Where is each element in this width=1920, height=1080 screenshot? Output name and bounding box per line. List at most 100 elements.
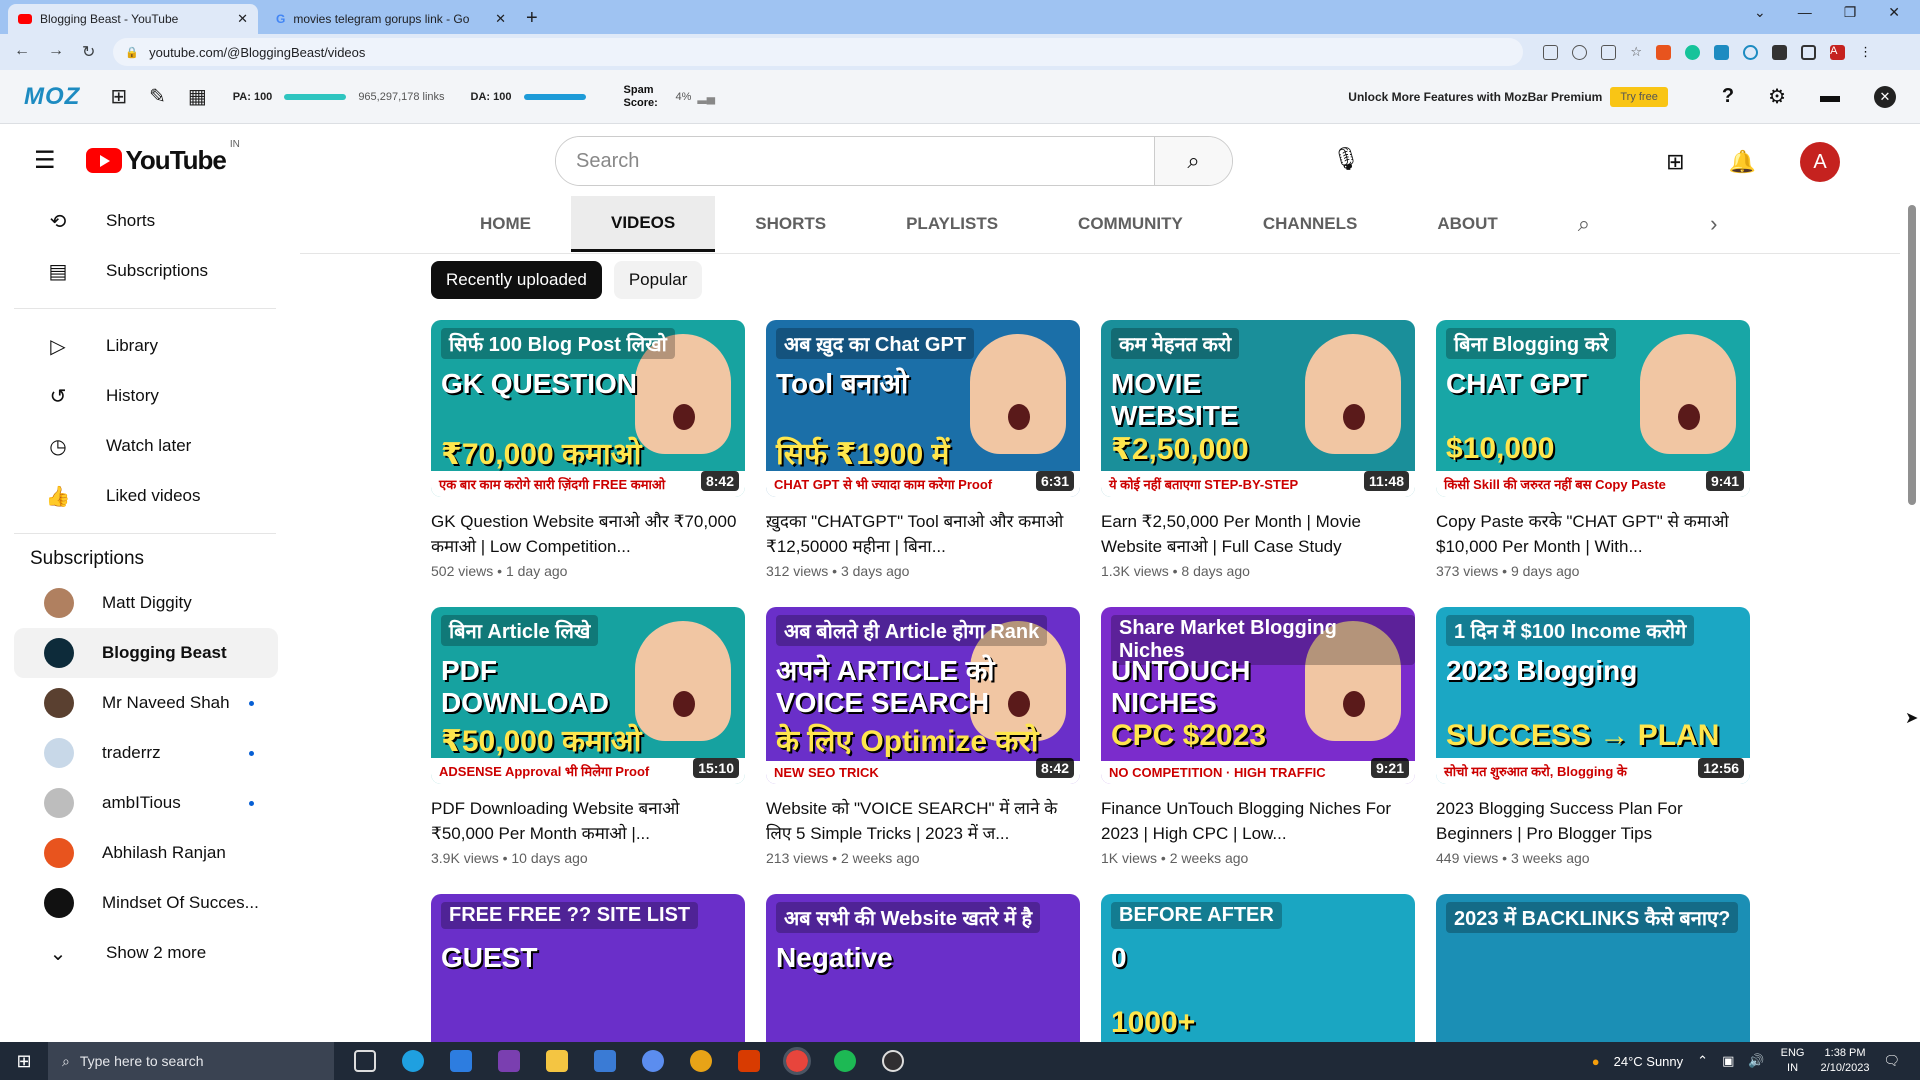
keyword-icon[interactable]: ▦ [188,84,207,109]
video-card[interactable]: Share Market Blogging Niches UNTOUCH NICH… [1101,607,1415,866]
windows-start-icon[interactable]: ⊞ [0,1051,48,1072]
video-thumbnail[interactable]: Share Market Blogging Niches UNTOUCH NICH… [1101,607,1415,784]
video-title[interactable]: 2023 Blogging Success Plan For Beginners… [1436,796,1750,846]
extension-moz-icon[interactable] [1714,44,1730,60]
chip-popular[interactable]: Popular [613,261,703,299]
edge-icon[interactable] [402,1050,424,1072]
weather-text[interactable]: 24°C Sunny [1614,1054,1684,1069]
chrome-icon[interactable] [690,1050,712,1072]
tab-videos[interactable]: VIDEOS [571,196,716,252]
video-card[interactable]: अब बोलते ही Article होगा Rank अपने ARTICL… [766,607,1080,866]
try-free-button[interactable]: Try free [1610,86,1668,107]
video-thumbnail[interactable]: बिना Blogging करे CHAT GPT $10,000 किसी Ski… [1436,320,1750,497]
tray-chevron-icon[interactable]: ⌃ [1697,1053,1708,1069]
system-clock[interactable]: 1:38 PM 2/10/2023 [1821,1046,1870,1076]
account-avatar[interactable]: A [1800,142,1840,182]
minimize-icon[interactable]: — [1798,4,1812,21]
back-icon[interactable]: ← [14,42,30,62]
tab-about[interactable]: ABOUT [1397,196,1537,252]
extension-grammarly-icon[interactable] [1685,44,1701,60]
obs-icon[interactable] [882,1050,904,1072]
language-indicator[interactable]: ENG IN [1779,1046,1807,1076]
extension-circle-icon[interactable] [1743,44,1759,60]
tab-home[interactable]: HOME [440,196,571,252]
taskbar-search[interactable]: ⌕ Type here to search [48,1042,334,1080]
reload-icon[interactable]: ↻ [82,42,95,62]
sidebar-item-subscriptions[interactable]: ▤ Subscriptions [14,246,278,296]
subscription-channel[interactable]: Mr Naveed Shah [14,678,278,728]
lock-icon[interactable]: 🔒 [125,46,139,59]
close-window-icon[interactable]: ✕ [1888,4,1900,21]
video-card[interactable]: बिना Blogging करे CHAT GPT $10,000 किसी Ski… [1436,320,1750,579]
share-icon[interactable] [1601,44,1617,60]
sidebar-item-history[interactable]: ↺ History [14,371,278,421]
extensions-puzzle-icon[interactable] [1772,44,1788,60]
video-title[interactable]: GK Question Website बनाओ और ₹70,000 कमाओ… [431,509,745,559]
side-panel-icon[interactable] [1801,44,1817,60]
page-analysis-icon[interactable]: ⊞ [110,84,127,109]
address-bar[interactable]: 🔒 youtube.com/@BloggingBeast/videos [113,38,1524,66]
restore-icon[interactable]: ❐ [1844,4,1857,21]
subscription-channel[interactable]: Abhilash Ranjan [14,828,278,878]
chip-recently-uploaded[interactable]: Recently uploaded [431,261,602,299]
video-title[interactable]: Copy Paste करके "CHAT GPT" से कमाओ $10,0… [1436,509,1750,559]
video-thumbnail[interactable]: सिर्फ 100 Blog Post लिखो GK QUESTION ₹70,0… [431,320,745,497]
video-title[interactable]: ख़ुदका "CHATGPT" Tool बनाओ और कमाओ ₹12,5… [766,509,1080,559]
collapse-bar-icon[interactable]: ▬ [1820,85,1840,108]
chrome-active-icon[interactable] [783,1047,811,1075]
volume-icon[interactable]: 🔊 [1748,1053,1764,1069]
video-card[interactable]: अब ख़ुद का Chat GPT Tool बनाओ सिर्फ ₹1900 … [766,320,1080,579]
video-card[interactable]: कम मेहनत करो MOVIE WEBSITE ₹2,50,000 ये कोई… [1101,320,1415,579]
video-card[interactable]: सिर्फ 100 Blog Post लिखो GK QUESTION ₹70,0… [431,320,745,579]
mail-icon[interactable] [450,1050,472,1072]
sidebar-item-watch-later[interactable]: ◷ Watch later [14,421,278,471]
file-explorer-icon[interactable] [546,1050,568,1072]
subscription-channel[interactable]: Matt Diggity [14,578,278,628]
hamburger-menu-icon[interactable]: ☰ [34,146,56,175]
channel-search-icon[interactable]: ⌕ [1578,211,1590,237]
video-thumbnail[interactable]: 1 दिन में $100 Income करोगे 2023 Blogging… [1436,607,1750,784]
search-button[interactable]: ⌕ [1154,137,1232,185]
show-more-button[interactable]: ⌄ Show 2 more [14,928,278,978]
subscription-channel[interactable]: Blogging Beast [14,628,278,678]
video-card[interactable]: 1 दिन में $100 Income करोगे 2023 Blogging… [1436,607,1750,866]
close-mozbar-icon[interactable]: ✕ [1874,85,1896,108]
subscription-channel[interactable]: ambITious [14,778,278,828]
network-icon[interactable]: ▣ [1722,1053,1734,1069]
subscription-channel[interactable]: Mindset Of Succes... [14,878,278,928]
subscription-channel[interactable]: traderrz [14,728,278,778]
close-tab-icon[interactable]: ✕ [237,11,248,27]
video-thumbnail[interactable]: अब बोलते ही Article होगा Rank अपने ARTICL… [766,607,1080,784]
tab-shorts[interactable]: SHORTS [715,196,866,252]
install-app-icon[interactable] [1543,44,1559,60]
forward-icon[interactable]: → [48,42,64,62]
tab-community[interactable]: COMMUNITY [1038,196,1223,252]
video-thumbnail[interactable]: बिना Article लिखे PDF DOWNLOAD ₹50,000 कमा… [431,607,745,784]
create-video-icon[interactable]: ⊞ [1666,149,1684,175]
video-card[interactable]: बिना Article लिखे PDF DOWNLOAD ₹50,000 कमा… [431,607,745,866]
tab-playlists[interactable]: PLAYLISTS [866,196,1038,252]
task-view-icon[interactable] [354,1050,376,1072]
highlight-pencil-icon[interactable]: ✎ [149,84,166,109]
search-input[interactable] [556,137,1154,185]
tab-channels[interactable]: CHANNELS [1223,196,1397,252]
video-title[interactable]: Website को "VOICE SEARCH" में लाने के लि… [766,796,1080,846]
video-title[interactable]: PDF Downloading Website बनाओ ₹50,000 Per… [431,796,745,846]
zoom-icon[interactable] [1572,44,1588,60]
video-thumbnail[interactable]: अब ख़ुद का Chat GPT Tool बनाओ सिर्फ ₹1900 … [766,320,1080,497]
help-icon[interactable]: ? [1722,85,1734,108]
notifications-icon[interactable]: 🗨 [1883,1053,1900,1069]
settings-gear-icon[interactable]: ⚙ [1768,84,1786,109]
browser-tab-youtube[interactable]: Blogging Beast - YouTube ✕ [8,4,258,34]
profile-avatar-icon[interactable]: A [1830,44,1846,60]
video-thumbnail[interactable]: कम मेहनत करो MOVIE WEBSITE ₹2,50,000 ये कोई… [1101,320,1415,497]
close-tab-icon[interactable]: ✕ [495,11,506,27]
video-title[interactable]: Earn ₹2,50,000 Per Month | Movie Website… [1101,509,1415,559]
sidebar-item-library[interactable]: ▷ Library [14,321,278,371]
video-title[interactable]: Finance UnTouch Blogging Niches For 2023… [1101,796,1415,846]
browser-tab-google[interactable]: G movies telegram gorups link - Go ✕ [266,4,516,34]
voice-search-mic-icon[interactable]: 🎙 [1332,146,1360,172]
menu-dots-icon[interactable]: ⋮ [1859,44,1872,60]
spotify-icon[interactable] [834,1050,856,1072]
new-tab-button[interactable]: + [526,7,538,30]
